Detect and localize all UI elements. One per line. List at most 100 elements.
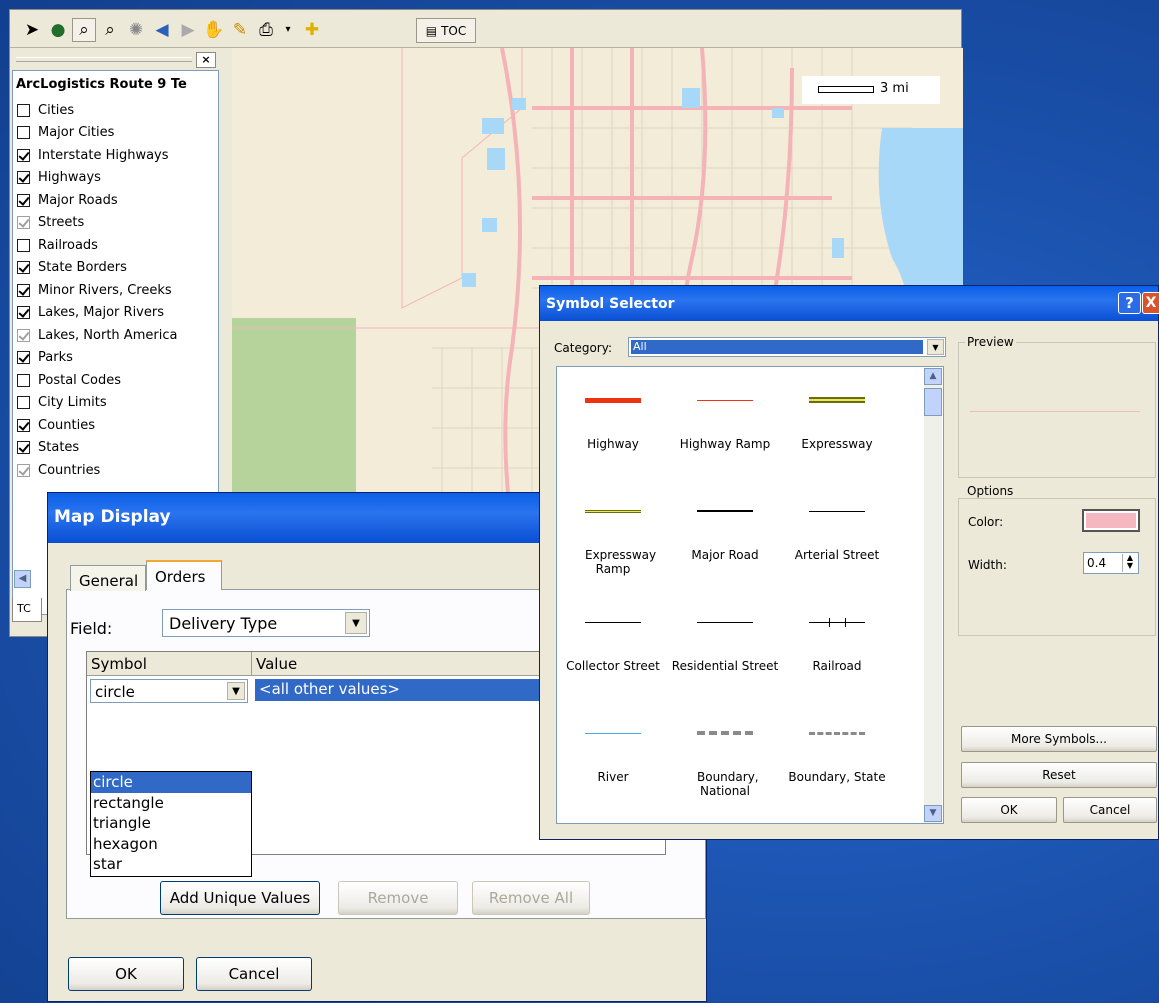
layer-item[interactable]: Lakes, Major Rivers [17, 302, 164, 324]
chevron-down-icon[interactable]: ▼ [345, 612, 367, 634]
layer-checkbox[interactable] [17, 261, 30, 274]
category-select[interactable]: All ▼ [628, 337, 946, 357]
layer-checkbox[interactable] [17, 396, 30, 409]
layer-checkbox[interactable] [17, 283, 30, 297]
zoom-in-icon[interactable]: ⌕ [72, 18, 96, 42]
layer-checkbox[interactable] [17, 103, 30, 117]
layer-checkbox[interactable] [17, 216, 30, 229]
layer-checkbox[interactable] [17, 328, 30, 342]
back-icon[interactable]: ◀ [150, 18, 174, 42]
layer-item[interactable]: Countries [17, 459, 100, 481]
layer-item[interactable]: Interstate Highways [17, 144, 169, 166]
symbol-cell[interactable]: Boundary, National [669, 700, 781, 810]
remove-all-button[interactable]: Remove All [472, 881, 590, 915]
symbol-cell[interactable]: Residential Street [669, 589, 781, 699]
toc-button[interactable]: ▤ TOC [416, 18, 476, 43]
layer-label: Interstate Highways [38, 147, 169, 163]
layer-item[interactable]: Highways [17, 167, 101, 189]
pan-hand-icon[interactable]: ✋ [202, 18, 226, 42]
symbol-option[interactable]: rectangle [91, 793, 251, 814]
symbol-selector-titlebar[interactable]: Symbol Selector [540, 286, 1158, 321]
scroll-left-arrow[interactable]: ◀ [14, 570, 31, 588]
scroll-thumb[interactable] [924, 388, 942, 416]
layer-checkbox[interactable] [17, 306, 30, 319]
select-arrow-icon[interactable]: ➤ [20, 18, 44, 42]
layer-checkbox[interactable] [17, 373, 30, 387]
layer-item[interactable]: Streets [17, 212, 84, 234]
symbol-cell[interactable]: Boundary, State [781, 700, 893, 810]
symbol-cell[interactable]: River [557, 700, 669, 810]
symbol-cell[interactable]: Railroad [781, 589, 893, 699]
field-select[interactable]: Delivery Type ▼ [162, 609, 370, 637]
toc-tab[interactable]: TC [12, 598, 42, 622]
symbol-cell[interactable]: Major Road [669, 478, 781, 588]
zoom-out-icon[interactable]: ⌕ [98, 18, 122, 42]
add-unique-values-button[interactable]: Add Unique Values [160, 881, 320, 915]
symbol-name: Highway Ramp [679, 437, 771, 451]
layer-checkbox[interactable] [17, 418, 30, 432]
symbol-cell[interactable]: Expressway Ramp [557, 478, 669, 588]
color-picker-button[interactable] [1082, 509, 1140, 532]
layer-checkbox[interactable] [17, 351, 30, 364]
toc-close-button[interactable]: × [196, 52, 216, 68]
symbol-cell[interactable]: Highway Ramp [669, 367, 781, 477]
symbol-cell[interactable]: Arterial Street [781, 478, 893, 588]
symbol-cell[interactable]: Collector Street [557, 589, 669, 699]
print-icon[interactable]: ⎙ [254, 18, 278, 42]
tab-orders[interactable]: Orders [146, 560, 222, 590]
layer-item[interactable]: State Borders [17, 257, 127, 279]
layer-checkbox[interactable] [17, 148, 30, 162]
layer-checkbox[interactable] [17, 238, 30, 252]
chevron-down-icon[interactable]: ▼ [227, 682, 245, 700]
symbol-option[interactable]: star [91, 854, 251, 875]
close-button[interactable]: X [1142, 292, 1159, 314]
cancel-button[interactable]: Cancel [196, 957, 312, 991]
layer-item[interactable]: States [17, 437, 79, 459]
add-data-icon[interactable]: ✚ [300, 18, 324, 42]
vertical-scrollbar[interactable]: ▲ ▼ [924, 368, 942, 823]
layer-item[interactable]: Railroads [17, 234, 98, 256]
ok-button[interactable]: OK [961, 797, 1057, 823]
dropdown-icon[interactable]: ▾ [276, 18, 300, 42]
scroll-down-arrow[interactable]: ▼ [924, 805, 942, 822]
chevron-down-icon[interactable]: ▼ [927, 339, 944, 355]
symbol-line-sample [697, 622, 753, 623]
layer-label: Major Roads [38, 192, 118, 208]
layer-item[interactable]: Postal Codes [17, 369, 121, 391]
layer-item[interactable]: City Limits [17, 392, 107, 414]
layer-checkbox[interactable] [17, 126, 30, 139]
layer-checkbox[interactable] [17, 193, 30, 207]
symbol-option[interactable]: circle [91, 772, 251, 793]
tab-general[interactable]: General [70, 565, 146, 591]
remove-button[interactable]: Remove [338, 881, 458, 915]
more-symbols-button[interactable]: More Symbols... [961, 726, 1157, 752]
layer-checkbox[interactable] [17, 441, 30, 454]
layer-item[interactable]: Major Cities [17, 122, 114, 144]
symbol-option[interactable]: hexagon [91, 834, 251, 855]
globe-icon[interactable]: ● [46, 18, 70, 42]
symbol-option[interactable]: triangle [91, 813, 251, 834]
width-spinner[interactable]: ▲ ▼ [1122, 554, 1137, 572]
width-input[interactable]: 0.4 ▲ ▼ [1083, 552, 1139, 574]
scroll-up-arrow[interactable]: ▲ [924, 368, 942, 385]
edit-pencil-icon[interactable]: ✎ [228, 18, 252, 42]
layer-item[interactable]: Major Roads [17, 189, 118, 211]
symbol-column-header[interactable]: Symbol [87, 652, 252, 676]
help-button[interactable]: ? [1118, 292, 1141, 314]
symbol-cell[interactable]: Expressway [781, 367, 893, 477]
symbol-cell[interactable]: Highway [557, 367, 669, 477]
ok-button[interactable]: OK [68, 957, 184, 991]
forward-icon[interactable]: ▶ [176, 18, 200, 42]
symbol-combo[interactable]: circle ▼ [90, 679, 248, 703]
layer-item[interactable]: Minor Rivers, Creeks [17, 279, 172, 301]
layer-item[interactable]: Counties [17, 414, 95, 436]
cancel-button[interactable]: Cancel [1063, 797, 1157, 823]
layer-checkbox[interactable] [17, 171, 30, 184]
toc-grip[interactable] [16, 57, 192, 62]
full-extent-icon[interactable]: ✺ [124, 18, 148, 42]
layer-item[interactable]: Lakes, North America [17, 324, 177, 346]
layer-checkbox[interactable] [17, 463, 30, 477]
layer-item[interactable]: Parks [17, 347, 73, 369]
layer-item[interactable]: Cities [17, 99, 74, 121]
reset-button[interactable]: Reset [961, 762, 1157, 788]
